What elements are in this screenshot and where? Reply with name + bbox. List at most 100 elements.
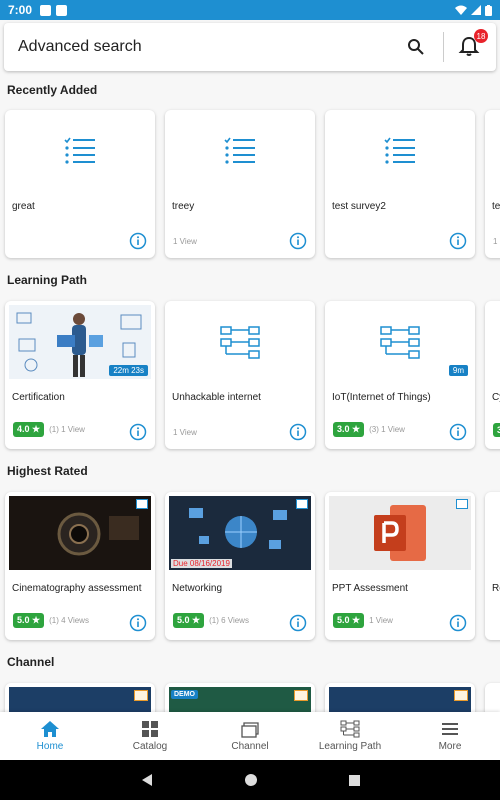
info-icon[interactable] — [129, 614, 147, 632]
demo-badge: DEMO — [171, 690, 198, 699]
certification-thumbnail: 22m 23s — [9, 305, 151, 379]
rating-badge: 3.0 ★ — [333, 422, 365, 437]
channel-card[interactable] — [5, 683, 155, 712]
nav-learning-path[interactable]: Learning Path — [300, 712, 400, 760]
card-meta: 3.0 ★ (3) 1 View — [333, 422, 405, 437]
rating-badge: 4.0 ★ — [13, 422, 45, 437]
channel-card[interactable] — [325, 683, 475, 712]
view-count: 1 — [493, 237, 498, 246]
flowchart-icon — [220, 326, 260, 359]
home-content[interactable]: Recently Added great treey 1 View test s… — [0, 72, 500, 712]
rating-badge: 5.0 ★ — [333, 613, 365, 628]
wifi-icon — [455, 5, 467, 15]
nav-home[interactable]: Home — [0, 712, 100, 760]
recently-added-row[interactable]: great treey 1 View test survey2 te 1 — [5, 110, 500, 258]
learning-path-icon — [340, 720, 360, 738]
home-icon — [41, 721, 59, 737]
cinematography-thumbnail — [9, 496, 151, 570]
search-icon[interactable] — [407, 38, 425, 56]
duration-badge: 22m 23s — [109, 365, 148, 376]
nav-channel[interactable]: Channel — [200, 712, 300, 760]
content-card[interactable]: Cinematography assessment 5.0 ★ (1) 4 Vi… — [5, 492, 155, 640]
channel-card[interactable] — [485, 683, 500, 712]
info-icon[interactable] — [289, 614, 307, 632]
nav-channel-label: Channel — [231, 741, 269, 752]
recents-icon[interactable] — [348, 774, 361, 787]
catalog-grid-icon — [142, 721, 158, 737]
learning-path-row[interactable]: 22m 23s Certification 4.0 ★ (1) 1 View U… — [5, 301, 500, 449]
content-card[interactable]: 22m 23s Certification 4.0 ★ (1) 1 View — [5, 301, 155, 449]
content-card[interactable]: Cy 3 — [485, 301, 500, 449]
content-card[interactable]: treey 1 View — [165, 110, 315, 258]
survey-thumbnail — [169, 114, 311, 188]
search-input[interactable]: Advanced search — [18, 38, 407, 56]
channel-thumbnail — [9, 687, 151, 712]
rating-badge: 5.0 ★ — [13, 613, 45, 628]
card-title: IoT(Internet of Things) — [332, 392, 431, 403]
card-meta: 3 — [493, 423, 500, 437]
channel-row[interactable]: DEMO — [5, 683, 500, 712]
info-icon[interactable] — [289, 423, 307, 441]
card-title: Cinematography assessment — [12, 583, 142, 594]
survey-list-icon — [64, 137, 95, 164]
content-card[interactable]: PPT Assessment 5.0 ★ 1 View — [325, 492, 475, 640]
section-title-channel: Channel — [7, 655, 55, 669]
content-card[interactable]: Ro — [485, 492, 500, 640]
content-card[interactable]: test survey2 — [325, 110, 475, 258]
card-title: te — [492, 201, 500, 212]
nav-catalog[interactable]: Catalog — [100, 712, 200, 760]
survey-thumbnail — [9, 114, 151, 188]
back-icon[interactable] — [140, 773, 154, 787]
status-time: 7:00 — [8, 3, 33, 17]
section-title-recently-added: Recently Added — [7, 83, 98, 97]
view-count: 1 View — [369, 616, 393, 625]
status-bar: 7:00 — [0, 0, 500, 20]
highest-rated-row[interactable]: Cinematography assessment 5.0 ★ (1) 4 Vi… — [5, 492, 500, 640]
view-count: 1 View — [173, 237, 197, 246]
card-title: PPT Assessment — [332, 583, 408, 594]
card-meta: 4.0 ★ (1) 1 View — [13, 422, 85, 437]
home-circle-icon[interactable] — [244, 773, 258, 787]
content-card[interactable]: Due 08/16/2019 Networking 5.0 ★ (1) 6 Vi… — [165, 492, 315, 640]
content-card[interactable]: Unhackable internet 1 View — [165, 301, 315, 449]
nav-more[interactable]: More — [400, 712, 500, 760]
survey-thumbnail — [329, 114, 471, 188]
card-meta: 5.0 ★ (1) 4 Views — [13, 613, 89, 628]
card-meta: 1 — [493, 237, 497, 246]
channel-card[interactable]: DEMO — [165, 683, 315, 712]
card-title: Certification — [12, 392, 65, 403]
survey-list-icon — [384, 137, 415, 164]
content-card[interactable]: 9m IoT(Internet of Things) 3.0 ★ (3) 1 V… — [325, 301, 475, 449]
channel-thumbnail: DEMO — [169, 687, 311, 712]
bottom-navigation: Home Catalog Channel Learning Path More — [0, 712, 500, 760]
survey-list-icon — [224, 137, 255, 164]
card-meta: 5.0 ★ 1 View — [333, 613, 393, 628]
learning-path-thumbnail — [169, 305, 311, 379]
view-count: 1 View — [173, 428, 197, 437]
info-icon[interactable] — [129, 232, 147, 250]
system-navigation-bar — [0, 760, 500, 800]
assessment-type-icon — [456, 499, 468, 509]
battery-icon — [485, 4, 492, 16]
info-icon[interactable] — [449, 423, 467, 441]
nav-more-label: More — [438, 741, 462, 752]
nav-learning-path-label: Learning Path — [318, 741, 382, 752]
card-title: great — [12, 201, 35, 212]
card-title: Networking — [172, 583, 223, 594]
content-card[interactable]: great — [5, 110, 155, 258]
assessment-type-icon — [136, 499, 148, 509]
card-meta: 1 View — [173, 428, 197, 437]
signal-icon — [471, 5, 481, 15]
content-card[interactable]: te 1 — [485, 110, 500, 258]
view-count: (1) 4 Views — [49, 616, 89, 625]
card-meta: 1 View — [173, 237, 197, 246]
info-icon[interactable] — [449, 232, 467, 250]
notifications-button[interactable]: 18 — [458, 29, 488, 59]
due-date: Due 08/16/2019 — [171, 559, 232, 568]
info-icon[interactable] — [289, 232, 307, 250]
info-icon[interactable] — [449, 614, 467, 632]
search-bar[interactable]: Advanced search 18 — [4, 23, 496, 71]
section-title-highest-rated: Highest Rated — [7, 464, 88, 478]
info-icon[interactable] — [129, 423, 147, 441]
view-count: (3) 1 View — [369, 425, 405, 434]
